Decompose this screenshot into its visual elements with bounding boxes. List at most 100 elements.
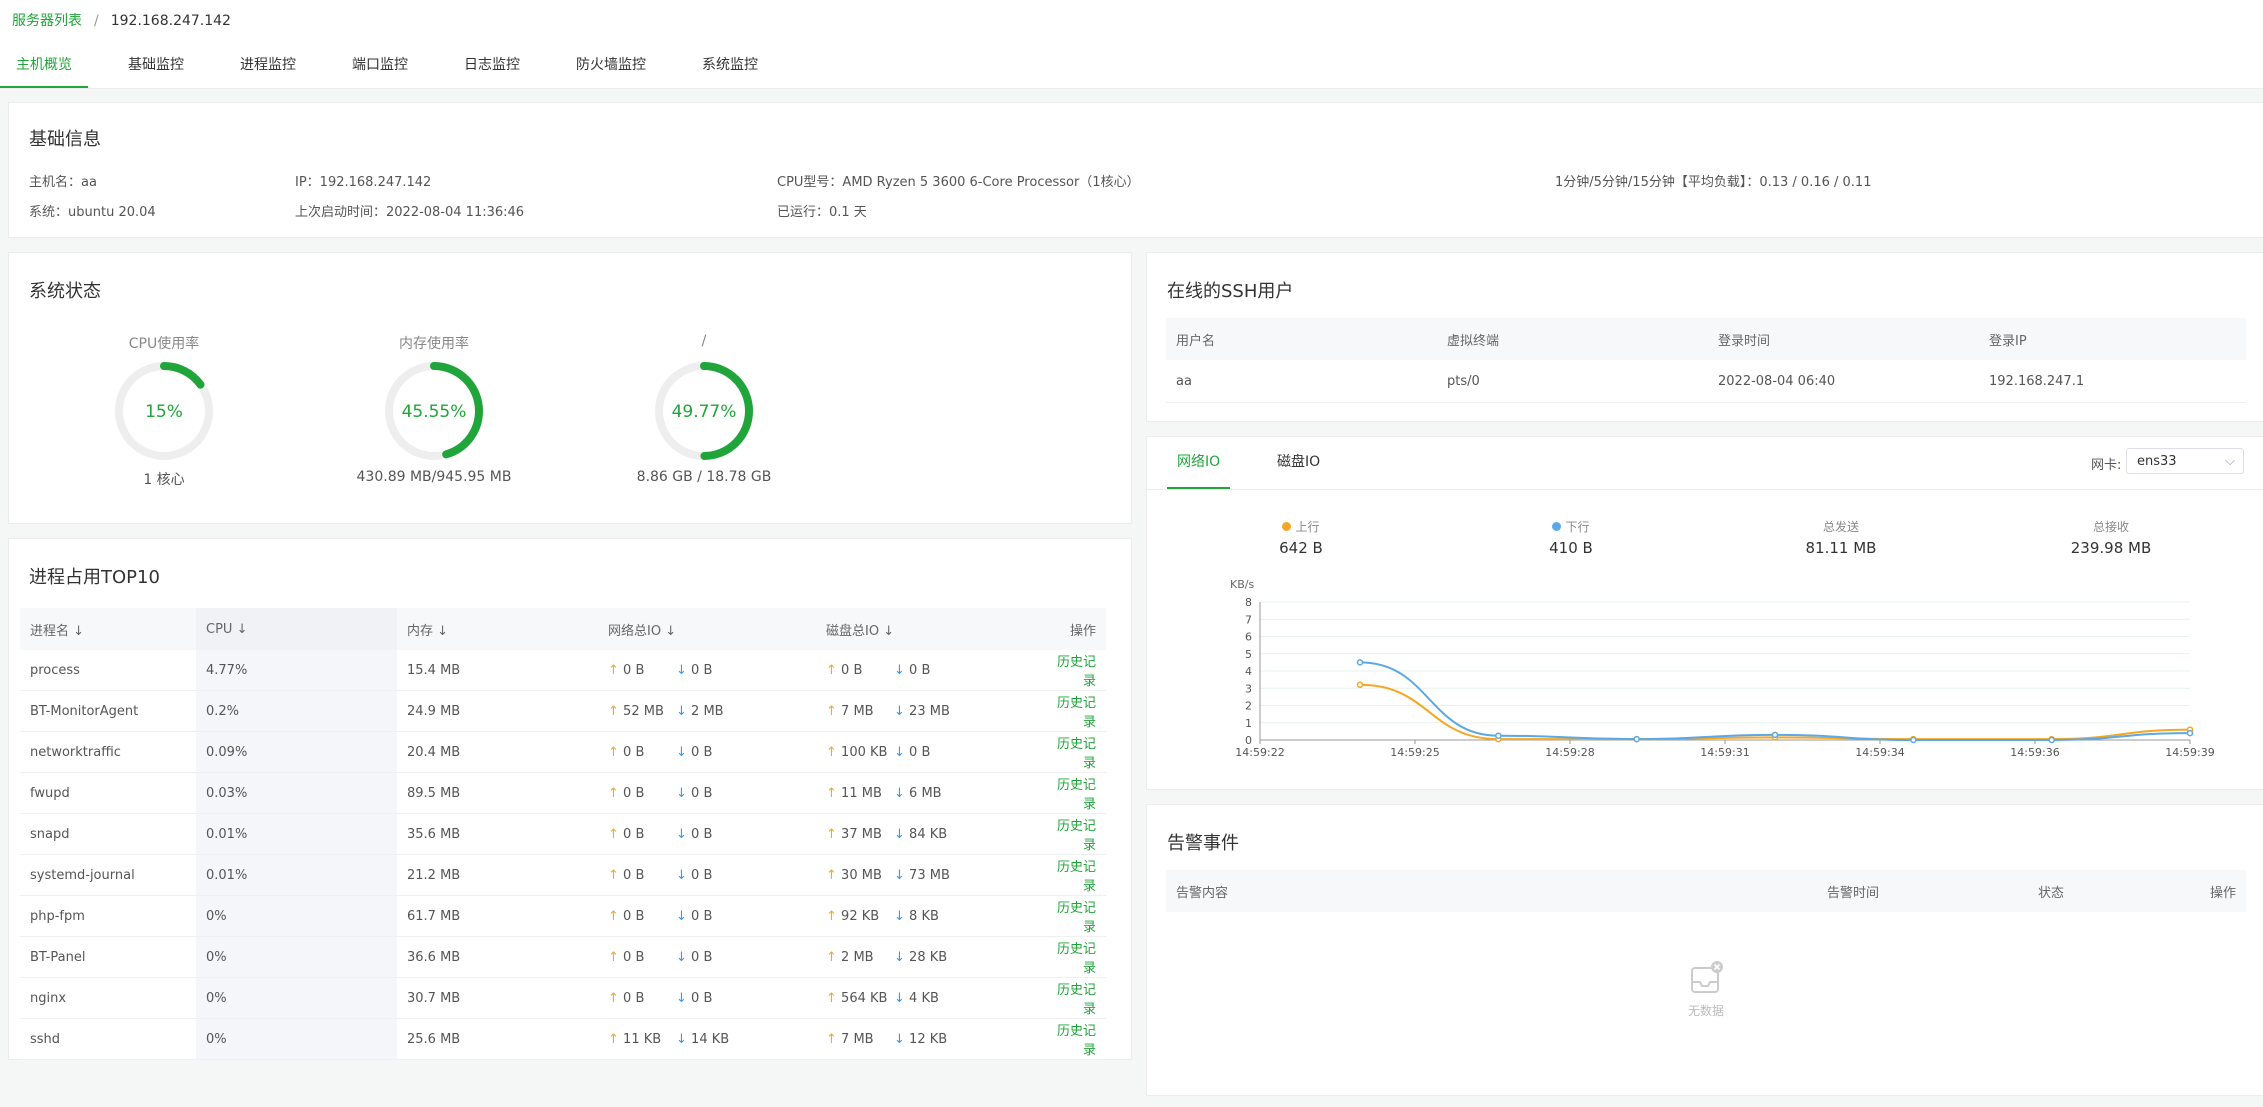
down-arrow-icon: ↓ — [676, 867, 687, 883]
breadcrumb-separator: / — [94, 13, 99, 29]
basic-info-title: 基础信息 — [29, 129, 101, 150]
process-net-io: ↑ 52 MB ↓ 2 MB — [598, 690, 816, 732]
data-point — [1495, 732, 1502, 739]
net-down-value: 0 B — [691, 990, 713, 1006]
tab-process-monitor[interactable]: 进程监控 — [224, 52, 312, 86]
up-arrow-icon: ↑ — [826, 785, 837, 801]
empty-state: 无数据 — [1666, 958, 1746, 1019]
process-table: 进程名 ↓ CPU ↓ 内存 ↓ 网络总IO ↓ 磁盘总IO ↓ 操作 proc… — [20, 608, 1106, 1060]
y-tick-label: 4 — [1245, 665, 1252, 678]
net-down-value: 2 MB — [691, 703, 724, 719]
data-point — [1910, 736, 1917, 744]
history-link[interactable]: 历史记录 — [1037, 1018, 1106, 1060]
process-net-io: ↑ 0 B ↓ 0 B — [598, 977, 816, 1019]
up-arrow-icon: ↑ — [826, 826, 837, 842]
stat-label-text: 上行 — [1295, 520, 1320, 534]
ssh-users-title: 在线的SSH用户 — [1167, 281, 1294, 302]
table-row: aa pts/0 2022-08-04 06:40 192.168.247.1 — [1166, 360, 2246, 403]
data-point — [1633, 735, 1640, 743]
process-mem: 15.4 MB — [397, 650, 598, 691]
history-link[interactable]: 历史记录 — [1037, 690, 1106, 732]
down-arrow-icon: ↓ — [676, 785, 687, 801]
empty-text: 无数据 — [1687, 1004, 1724, 1018]
col-cpu[interactable]: CPU ↓ — [196, 608, 397, 650]
col-memory[interactable]: 内存 ↓ — [397, 608, 598, 650]
process-disk-io: ↑ 30 MB ↓ 73 MB — [816, 854, 1037, 896]
history-link[interactable]: 历史记录 — [1037, 731, 1106, 773]
ssh-time: 2022-08-04 06:40 — [1708, 360, 1979, 403]
process-name: snapd — [20, 813, 196, 855]
process-mem: 24.9 MB — [397, 690, 598, 732]
disk-down-value: 8 KB — [909, 908, 939, 924]
gauge-ring: 15% — [115, 362, 213, 460]
data-point — [2186, 729, 2194, 737]
basic-info-card: 基础信息 主机名：aa IP：192.168.247.142 CPU型号：AMD… — [8, 102, 2263, 238]
process-net-io: ↑ 11 KB ↓ 14 KB — [598, 1018, 816, 1060]
stat-label-text: 下行 — [1565, 520, 1590, 534]
process-disk-io: ↑ 37 MB ↓ 84 KB — [816, 813, 1037, 855]
net-up-value: 0 B — [623, 908, 645, 924]
down-arrow-icon: ↓ — [676, 1031, 687, 1047]
gauge-value: 49.77% — [672, 402, 737, 422]
alerts-card: 告警事件 — [1146, 804, 2263, 1096]
disk-down-value: 84 KB — [909, 826, 948, 842]
process-disk-io: ↑ 7 MB ↓ 12 KB — [816, 1018, 1037, 1060]
table-row: BT-Panel 0% 36.6 MB ↑ 0 B ↓ 0 B ↑ 2 MB ↓ 2… — [20, 936, 1106, 978]
history-link[interactable]: 历史记录 — [1037, 895, 1106, 937]
col-username: 用户名 — [1166, 318, 1437, 360]
y-tick-label: 7 — [1245, 613, 1252, 626]
history-link[interactable]: 历史记录 — [1037, 650, 1106, 691]
process-cpu: 0% — [196, 977, 397, 1019]
col-process-name[interactable]: 进程名 ↓ — [20, 608, 196, 650]
process-net-io: ↑ 0 B ↓ 0 B — [598, 936, 816, 978]
net-up-value: 0 B — [623, 826, 645, 842]
stat-label: 上行 — [1201, 518, 1401, 535]
process-name: fwupd — [20, 772, 196, 814]
gauge-sub: 430.89 MB/945.95 MB — [356, 469, 512, 485]
tab-basic-monitor[interactable]: 基础监控 — [112, 52, 200, 86]
up-arrow-icon: ↑ — [826, 1031, 837, 1047]
gauge-sub: 8.86 GB / 18.78 GB — [636, 469, 772, 485]
process-name: BT-Panel — [20, 936, 196, 978]
process-disk-io: ↑ 100 KB ↓ 0 B — [816, 731, 1037, 773]
disk-down-value: 0 B — [909, 744, 931, 760]
up-arrow-icon: ↑ — [826, 662, 837, 678]
system-status-title: 系统状态 — [29, 281, 101, 302]
history-link[interactable]: 历史记录 — [1037, 936, 1106, 978]
col-net-io[interactable]: 网络总IO ↓ — [598, 608, 816, 650]
tab-disk-io[interactable]: 磁盘IO — [1267, 437, 1330, 487]
history-link[interactable]: 历史记录 — [1037, 772, 1106, 814]
process-cpu: 0.09% — [196, 731, 397, 773]
table-row: systemd-journal 0.01% 21.2 MB ↑ 0 B ↓ 0 B… — [20, 854, 1106, 896]
tab-port-monitor[interactable]: 端口监控 — [336, 52, 424, 86]
col-disk-io[interactable]: 磁盘总IO ↓ — [816, 608, 1037, 650]
process-mem: 30.7 MB — [397, 977, 598, 1019]
ip-text: IP：192.168.247.142 — [295, 175, 432, 190]
y-tick-label: 5 — [1245, 648, 1252, 661]
down-arrow-icon: ↓ — [676, 662, 687, 678]
process-mem: 21.2 MB — [397, 854, 598, 896]
down-arrow-icon: ↓ — [676, 990, 687, 1006]
tab-firewall-monitor[interactable]: 防火墙监控 — [560, 52, 662, 86]
breadcrumb-server-list-link[interactable]: 服务器列表 — [12, 13, 82, 29]
history-link[interactable]: 历史记录 — [1037, 977, 1106, 1019]
tab-system-monitor[interactable]: 系统监控 — [686, 52, 774, 86]
tab-network-io[interactable]: 网络IO — [1167, 437, 1231, 489]
nic-select[interactable]: ens33 ⌵ — [2126, 448, 2244, 474]
col-login-ip: 登录IP — [1979, 318, 2246, 360]
series-line — [1359, 661, 2191, 741]
process-cpu: 0% — [196, 936, 397, 978]
alerts-table: 告警内容 告警时间 状态 操作 — [1166, 870, 2246, 912]
net-down-value: 0 B — [691, 662, 713, 678]
history-link[interactable]: 历史记录 — [1037, 854, 1106, 896]
down-arrow-icon: ↓ — [894, 744, 905, 760]
tab-host-overview[interactable]: 主机概览 — [0, 52, 88, 88]
up-arrow-icon: ↑ — [608, 908, 619, 924]
history-link[interactable]: 历史记录 — [1037, 813, 1106, 855]
sort-icon: ↓ — [236, 621, 248, 637]
ssh-ip: 192.168.247.1 — [1979, 360, 2246, 403]
tab-log-monitor[interactable]: 日志监控 — [448, 52, 536, 86]
nic-select-value: ens33 — [2137, 454, 2177, 469]
stat-label: 总接收 — [2092, 520, 2129, 534]
monitor-tabs: 主机概览 基础监控 进程监控 端口监控 日志监控 防火墙监控 系统监控 — [0, 52, 798, 88]
